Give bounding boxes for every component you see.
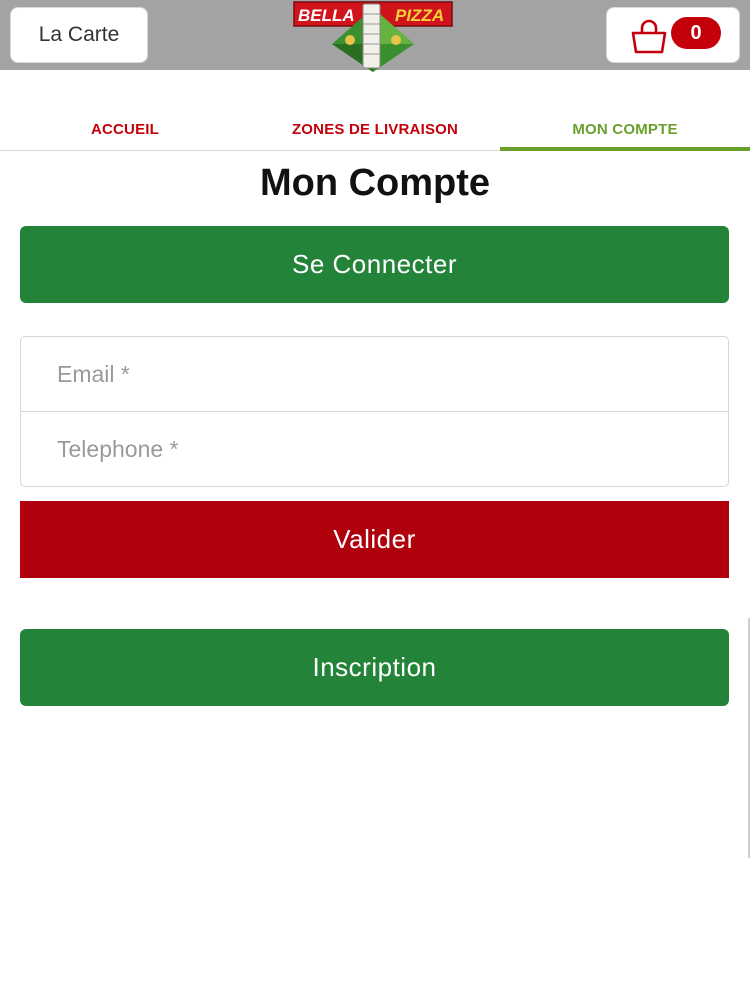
nav-tabs: ACCUEIL ZONES DE LIVRAISON MON COMPTE bbox=[0, 108, 750, 151]
shopping-bag-icon bbox=[631, 19, 667, 54]
logo-word-bella: BELLA bbox=[298, 6, 355, 25]
page-title: Mon Compte bbox=[259, 162, 491, 204]
email-field[interactable] bbox=[21, 337, 728, 412]
cart-button[interactable]: 0 bbox=[606, 7, 740, 63]
account-form bbox=[20, 336, 729, 487]
cart-count-badge: 0 bbox=[671, 17, 721, 49]
valider-button[interactable]: Valider bbox=[20, 501, 729, 578]
tab-mon-compte[interactable]: MON COMPTE bbox=[500, 108, 750, 151]
logo-word-pizza: PIZZA bbox=[395, 6, 444, 25]
page: La Carte BELLA PIZZA 0 ACCUEIL ZONES DE … bbox=[0, 0, 750, 1000]
bella-pizza-logo[interactable]: BELLA PIZZA bbox=[292, 0, 454, 72]
logo-graphic: BELLA PIZZA bbox=[293, 1, 453, 72]
inscription-button[interactable]: Inscription bbox=[20, 629, 729, 706]
top-header: La Carte BELLA PIZZA 0 bbox=[0, 0, 750, 72]
tab-zones-de-livraison[interactable]: ZONES DE LIVRAISON bbox=[250, 108, 500, 150]
tab-accueil[interactable]: ACCUEIL bbox=[0, 108, 250, 150]
se-connecter-button[interactable]: Se Connecter bbox=[20, 226, 729, 303]
telephone-field[interactable] bbox=[21, 412, 728, 487]
la-carte-button[interactable]: La Carte bbox=[10, 7, 148, 63]
